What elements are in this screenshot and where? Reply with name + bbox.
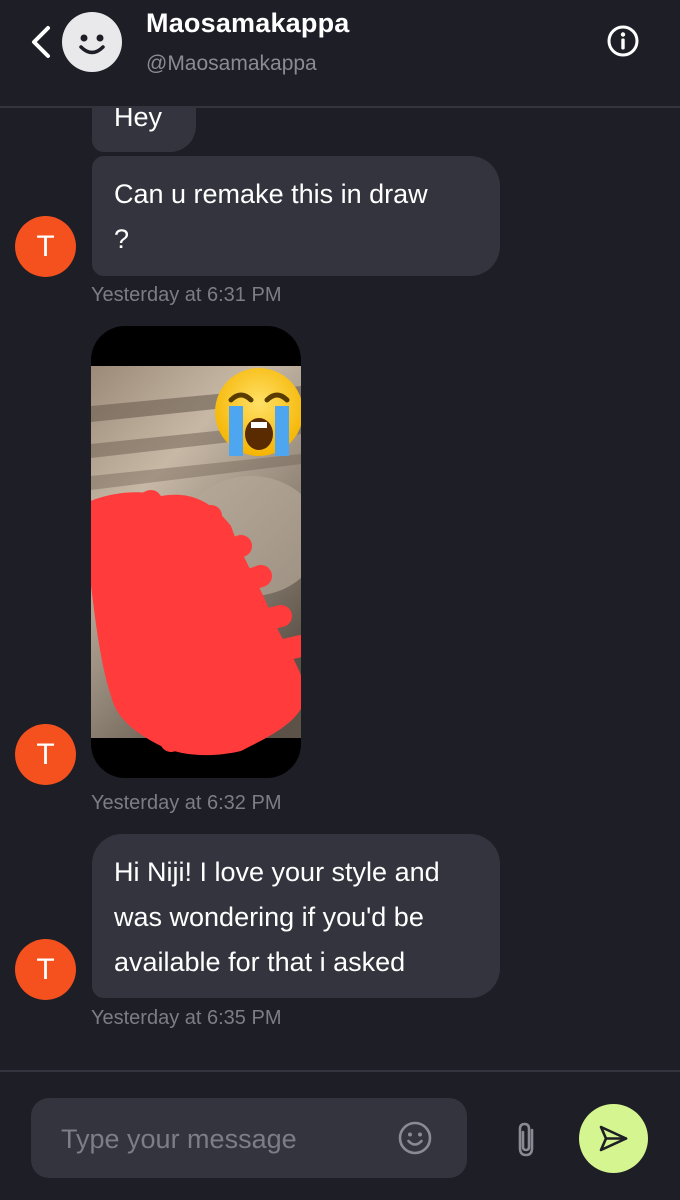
message-input[interactable] bbox=[59, 1098, 393, 1180]
sender-avatar[interactable]: T bbox=[15, 724, 76, 785]
info-icon bbox=[607, 25, 639, 57]
message-text-line: was wondering if you'd be bbox=[114, 902, 424, 932]
back-button[interactable] bbox=[26, 22, 58, 62]
message-timestamp: Yesterday at 6:32 PM bbox=[91, 792, 282, 814]
attach-button[interactable] bbox=[512, 1120, 542, 1160]
contact-name: Maosamakappa bbox=[146, 8, 350, 38]
message-timestamp: Yesterday at 6:35 PM bbox=[91, 1007, 282, 1029]
contact-avatar[interactable] bbox=[62, 12, 122, 72]
send-button[interactable] bbox=[579, 1104, 648, 1173]
message-text-line: available for that i asked bbox=[114, 947, 406, 977]
composer-divider bbox=[0, 1070, 680, 1072]
photo-with-emoji-and-red-scribble-icon bbox=[91, 366, 301, 756]
avatar-initial: T bbox=[36, 230, 55, 263]
avatar-initial: T bbox=[36, 738, 55, 771]
message-text-line: Can u remake this in draw bbox=[114, 179, 428, 209]
chat-header: Maosamakappa @Maosamakappa bbox=[0, 0, 680, 108]
emoji-button[interactable] bbox=[397, 1120, 433, 1156]
message-bubble: Can u remake this in draw ? bbox=[92, 156, 500, 276]
chat-screen: Hey Can u remake this in draw ? T Yester… bbox=[0, 0, 680, 1200]
paperclip-icon bbox=[518, 1122, 534, 1157]
contact-handle: @Maosamakappa bbox=[146, 52, 317, 75]
info-button[interactable] bbox=[606, 24, 640, 58]
message-composer bbox=[31, 1098, 467, 1180]
message-bubble: Hi Niji! I love your style and was wonde… bbox=[92, 834, 500, 998]
message-timestamp: Yesterday at 6:31 PM bbox=[91, 284, 282, 306]
message-text-line: ? bbox=[114, 224, 130, 254]
chevron-left-icon bbox=[32, 26, 50, 58]
message-text-line: Hi Niji! I love your style and bbox=[114, 857, 440, 887]
send-icon bbox=[599, 1125, 628, 1152]
avatar-initial: T bbox=[36, 953, 55, 986]
sender-avatar[interactable]: T bbox=[15, 939, 76, 1000]
sender-avatar[interactable]: T bbox=[15, 216, 76, 277]
image-message[interactable] bbox=[91, 326, 301, 778]
smiley-icon bbox=[398, 1121, 432, 1155]
smiley-avatar-icon bbox=[79, 34, 105, 55]
